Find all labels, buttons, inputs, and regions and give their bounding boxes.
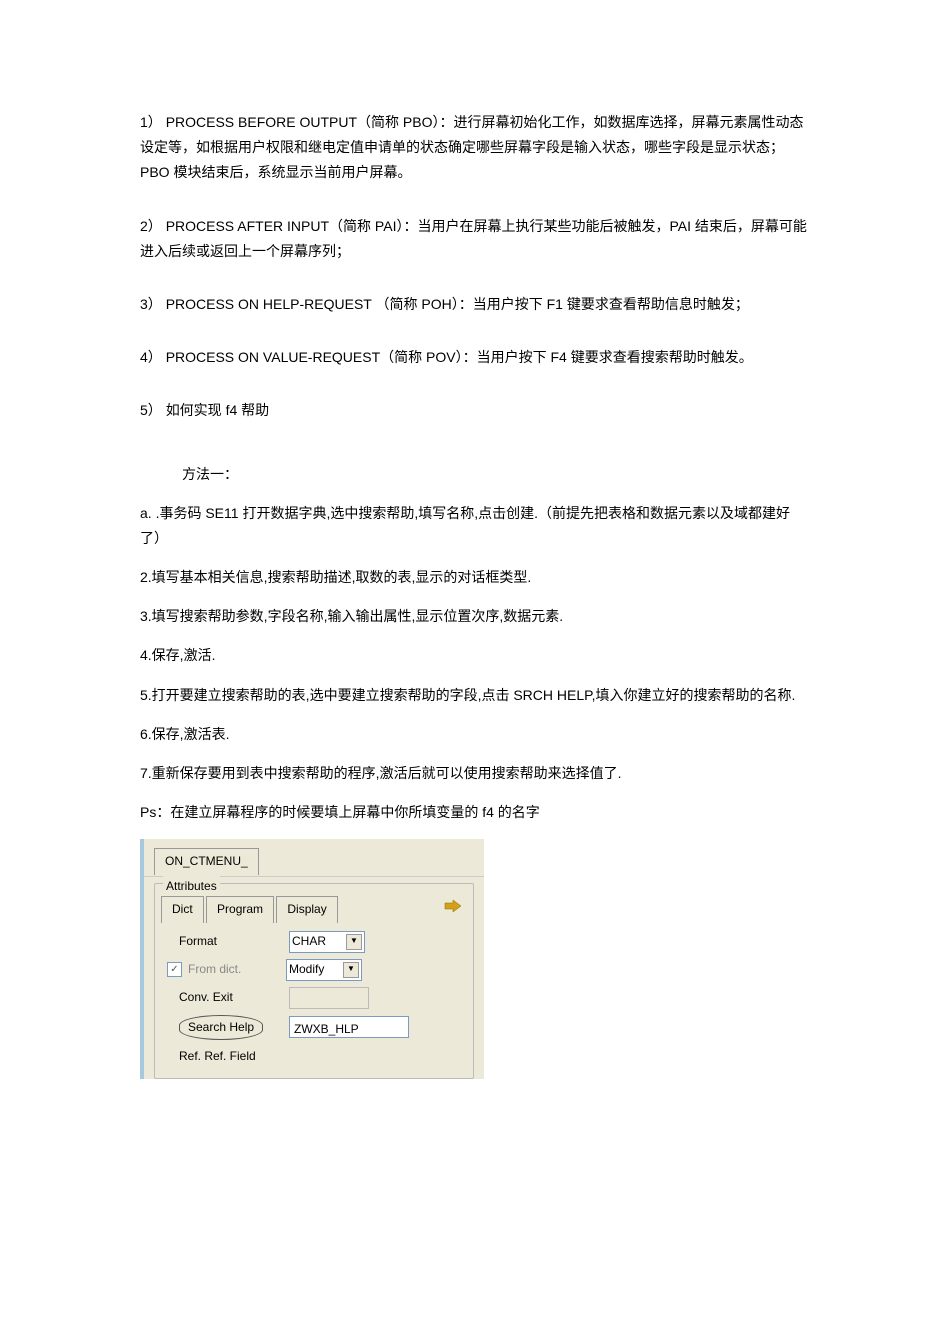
item-number: 4） [140,349,162,365]
label-ref-field: Ref. Ref. Field [179,1049,256,1063]
dropdown-format[interactable]: CHAR ▼ [289,931,365,953]
item-text: 当用户按下 F4 键要求查看搜索帮助时触发。 [477,349,753,365]
item-label: PROCESS ON HELP-REQUEST （简称 POH）： [166,296,473,312]
attributes-panel: Attributes Dict Program Display Format C… [154,883,474,1079]
attributes-panel-title: Attributes [163,876,220,898]
list-item-2: 2） PROCESS AFTER INPUT（简称 PAI）：当用户在屏幕上执行… [140,214,810,264]
step-4: 4.保存,激活. [140,643,810,668]
item-label: PROCESS AFTER INPUT（简称 PAI）： [166,218,418,234]
list-item-4: 4） PROCESS ON VALUE-REQUEST（简称 POV）：当用户按… [140,345,810,370]
tab-dict[interactable]: Dict [161,896,204,923]
label-search-help: Search Help [179,1015,289,1041]
list-item-3: 3） PROCESS ON HELP-REQUEST （简称 POH）：当用户按… [140,292,810,317]
sap-screenshot: ON_CTMENU_ Attributes Dict Program Displ… [140,839,484,1078]
top-tab-area: ON_CTMENU_ [144,839,484,877]
step-2: 2.填写基本相关信息,搜索帮助描述,取数的表,显示的对话框类型. [140,565,810,590]
row-from-dict: ✓ From dict. Modify ▼ [167,959,467,981]
step-7: 7.重新保存要用到表中搜索帮助的程序,激活后就可以使用搜索帮助来选择值了. [140,761,810,786]
row-ref-field: Ref. Ref. Field [179,1046,467,1072]
checkbox-from-dict[interactable]: ✓ [167,962,182,977]
list-item-5: 5） 如何实现 f4 帮助 [140,398,810,423]
item-text: 当用户按下 F1 键要求查看帮助信息时触发； [473,296,749,312]
item-label: PROCESS ON VALUE-REQUEST（简称 POV）： [166,349,477,365]
label-conv-exit: Conv. Exit [179,987,289,1009]
label-from-dict: From dict. [188,959,286,981]
item-number: 5） [140,402,162,418]
row-format: Format CHAR ▼ [179,931,467,953]
method-title: 方法一： [182,462,810,487]
top-tab[interactable]: ON_CTMENU_ [154,848,259,875]
input-search-help[interactable]: ZWXB_HLP [289,1016,409,1038]
dropdown-modify-value: Modify [289,959,324,981]
step-ps: Ps：在建立屏幕程序的时候要填上屏幕中你所填变量的 f4 的名字 [140,800,810,825]
row-conv-exit: Conv. Exit [179,987,467,1009]
dropdown-modify[interactable]: Modify ▼ [286,959,362,981]
label-format: Format [179,931,289,953]
input-conv-exit[interactable] [289,987,369,1009]
subtabs: Dict Program Display [161,896,467,923]
chevron-down-icon: ▼ [346,934,362,950]
list-item-1: 1） PROCESS BEFORE OUTPUT（简称 PBO）：进行屏幕初始化… [140,110,810,186]
step-5: 5.打开要建立搜索帮助的表,选中要建立搜索帮助的字段,点击 SRCH HELP,… [140,683,810,708]
item-label: PROCESS BEFORE OUTPUT（简称 PBO）： [166,114,454,130]
step-3: 3.填写搜索帮助参数,字段名称,输入输出属性,显示位置次序,数据元素. [140,604,810,629]
chevron-down-icon: ▼ [343,962,359,978]
dropdown-format-value: CHAR [292,931,326,953]
item-number: 2） [140,218,162,234]
next-arrow-icon[interactable] [443,898,463,914]
tab-display[interactable]: Display [276,896,337,923]
row-search-help: Search Help ZWXB_HLP [179,1015,467,1041]
tab-program[interactable]: Program [206,896,274,923]
item-text: 如何实现 f4 帮助 [166,402,269,418]
item-number: 3） [140,296,162,312]
item-number: 1） [140,114,162,130]
step-a: a. .事务码 SE11 打开数据字典,选中搜索帮助,填写名称,点击创建.（前提… [140,501,810,551]
step-6: 6.保存,激活表. [140,722,810,747]
